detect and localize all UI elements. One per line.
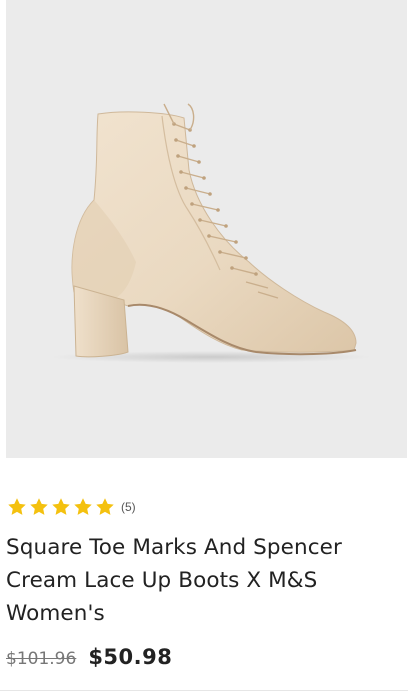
star-icon bbox=[6, 496, 28, 518]
review-count[interactable]: (5) bbox=[121, 500, 136, 514]
original-price: $101.96 bbox=[6, 649, 77, 669]
product-title: Square Toe Marks And Spencer Cream Lace … bbox=[6, 535, 342, 626]
divider bbox=[0, 690, 408, 691]
rating-row[interactable]: (5) bbox=[6, 496, 136, 518]
product-image[interactable] bbox=[6, 0, 407, 458]
star-icon bbox=[72, 496, 94, 518]
star-icon bbox=[50, 496, 72, 518]
sale-price: $50.98 bbox=[88, 645, 173, 669]
price-row: $101.96 $50.98 bbox=[6, 645, 172, 669]
boot-illustration bbox=[51, 103, 371, 363]
star-icon bbox=[94, 496, 116, 518]
star-icon bbox=[28, 496, 50, 518]
star-rating bbox=[6, 496, 116, 518]
